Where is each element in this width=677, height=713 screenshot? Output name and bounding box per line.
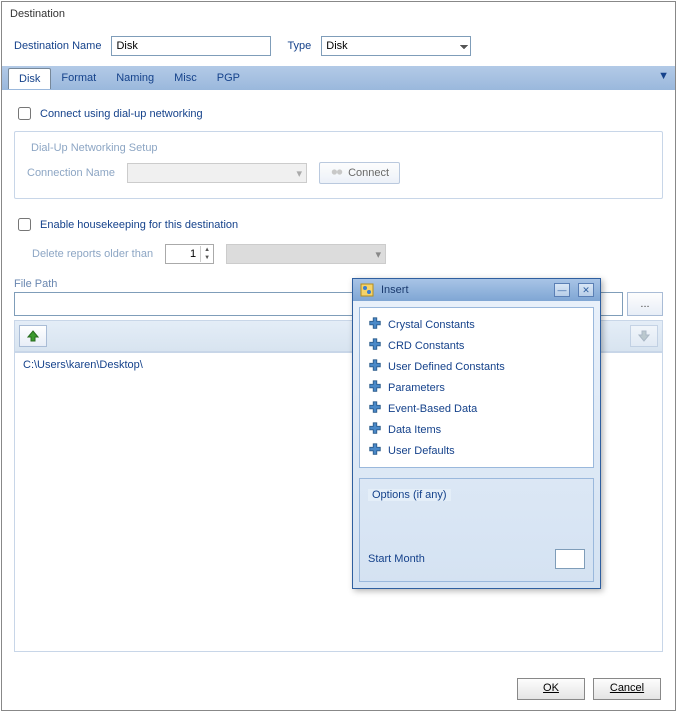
item-event-based-data[interactable]: Event-Based Data xyxy=(364,398,589,419)
item-crystal-constants[interactable]: Crystal Constants xyxy=(364,314,589,335)
dest-name-label: Destination Name xyxy=(14,40,101,52)
item-user-defined-constants[interactable]: User Defined Constants xyxy=(364,356,589,377)
destination-dialog: Destination Destination Name Type Disk D… xyxy=(1,1,676,711)
minimize-button[interactable]: — xyxy=(554,283,570,297)
connect-button[interactable]: Connect xyxy=(319,162,400,184)
tab-naming[interactable]: Naming xyxy=(106,68,164,88)
puzzle-icon xyxy=(368,442,382,459)
tab-pgp[interactable]: PGP xyxy=(207,68,250,88)
arrow-up-icon xyxy=(27,330,39,342)
item-user-defaults[interactable]: User Defaults xyxy=(364,440,589,461)
conn-name-select: ▾ xyxy=(127,163,307,183)
arrow-down-icon xyxy=(638,330,650,342)
move-down-button[interactable] xyxy=(630,325,658,347)
options-legend: Options (if any) xyxy=(368,489,451,501)
browse-button[interactable]: ... xyxy=(627,292,663,316)
puzzle-icon xyxy=(368,421,382,438)
dest-name-input[interactable] xyxy=(111,36,271,56)
delete-unit-select: ▾ xyxy=(226,244,386,264)
popup-titlebar[interactable]: Insert — ✕ xyxy=(353,279,600,301)
delete-older-label: Delete reports older than xyxy=(32,248,153,260)
spinner-down-icon[interactable]: ▼ xyxy=(201,254,213,262)
dialup-fieldset: Dial-Up Networking Setup Connection Name… xyxy=(14,131,663,199)
move-up-button[interactable] xyxy=(19,325,47,347)
puzzle-icon xyxy=(368,400,382,417)
type-select[interactable]: Disk xyxy=(321,36,471,56)
delete-older-value[interactable] xyxy=(166,245,200,263)
puzzle-icon xyxy=(368,337,382,354)
item-parameters[interactable]: Parameters xyxy=(364,377,589,398)
puzzle-icon xyxy=(368,379,382,396)
tab-format[interactable]: Format xyxy=(51,68,106,88)
housekeeping-checkbox[interactable] xyxy=(18,218,31,231)
dialog-title: Destination xyxy=(2,2,675,26)
type-label: Type xyxy=(287,40,311,52)
spinner-up-icon[interactable]: ▲ xyxy=(201,246,213,254)
start-month-input[interactable] xyxy=(555,549,585,569)
item-crd-constants[interactable]: CRD Constants xyxy=(364,335,589,356)
puzzle-icon xyxy=(368,316,382,333)
tab-disk[interactable]: Disk xyxy=(8,68,51,89)
options-fieldset: Options (if any) Start Month xyxy=(359,478,594,582)
popup-app-icon xyxy=(359,282,375,298)
conn-name-label: Connection Name xyxy=(27,167,115,179)
popup-title-text: Insert xyxy=(381,284,546,296)
dialup-legend: Dial-Up Networking Setup xyxy=(27,142,162,154)
housekeeping-check-label: Enable housekeeping for this destination xyxy=(40,219,238,231)
ok-button[interactable]: OK xyxy=(517,678,585,700)
insert-popup: Insert — ✕ Crystal Constants CRD Constan… xyxy=(352,278,601,589)
dest-form-row: Destination Name Type Disk xyxy=(2,26,675,66)
connect-icon xyxy=(330,165,344,182)
puzzle-icon xyxy=(368,358,382,375)
cancel-button[interactable]: Cancel xyxy=(593,678,661,700)
dialup-checkbox[interactable] xyxy=(18,107,31,120)
dialup-check-label: Connect using dial-up networking xyxy=(40,108,203,120)
tab-expand-icon[interactable]: ▼ xyxy=(658,70,669,82)
tab-bar: Disk Format Naming Misc PGP ▼ xyxy=(2,66,675,90)
delete-older-spinner[interactable]: ▲▼ xyxy=(165,244,214,264)
tab-misc[interactable]: Misc xyxy=(164,68,207,88)
item-data-items[interactable]: Data Items xyxy=(364,419,589,440)
insert-list: Crystal Constants CRD Constants User Def… xyxy=(359,307,594,468)
dialog-buttons: OK Cancel xyxy=(517,678,661,700)
start-month-label: Start Month xyxy=(368,553,425,565)
popup-body: Crystal Constants CRD Constants User Def… xyxy=(353,301,600,588)
close-button[interactable]: ✕ xyxy=(578,283,594,297)
